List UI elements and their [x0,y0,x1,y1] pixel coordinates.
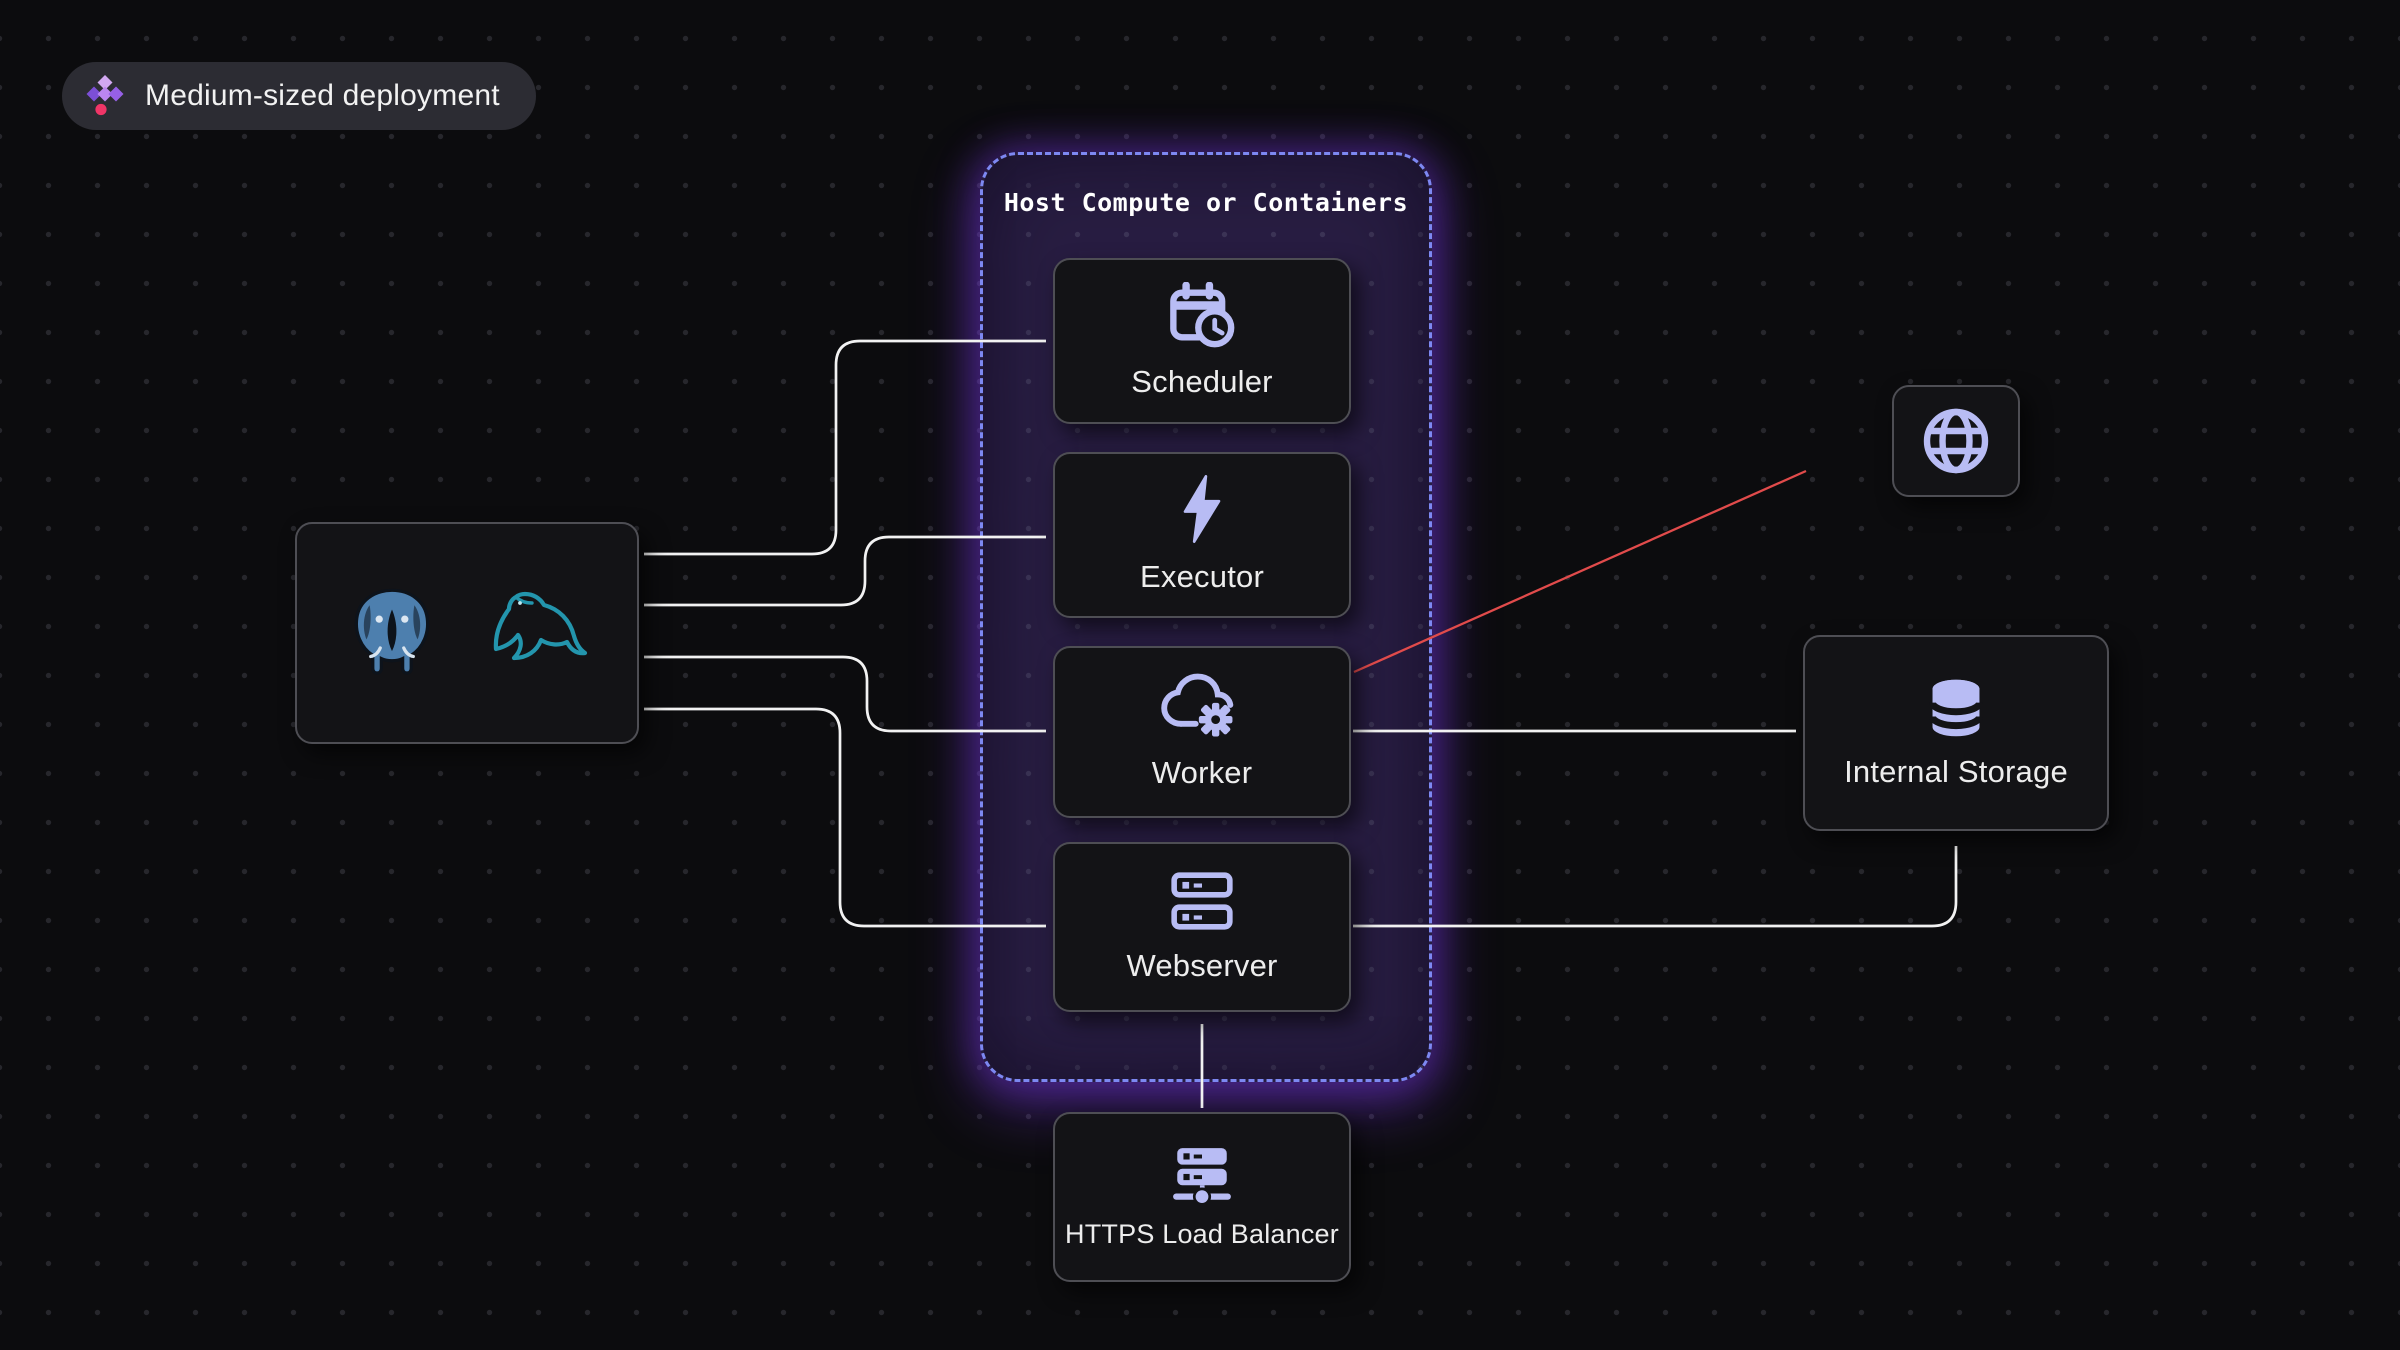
database-cylinder-icon [1924,676,1988,740]
diamond-cluster-icon [82,73,128,119]
node-label: Worker [1152,755,1253,791]
postgresql-logo [344,583,440,683]
deployment-diagram: Medium-sized deployment Host Compute or … [0,0,2400,1350]
node-label: Webserver [1126,948,1277,984]
node-scheduler: Scheduler [1053,258,1351,424]
cloud-gear-icon [1160,673,1244,739]
node-webserver: Webserver [1053,842,1351,1012]
node-metadata-database [295,522,639,744]
node-executor: Executor [1053,452,1351,618]
node-label: HTTPS Load Balancer [1065,1219,1339,1250]
node-external-web [1892,385,2020,497]
node-internal-storage: Internal Storage [1803,635,2109,831]
globe-icon [1920,405,1992,477]
host-container-title: Host Compute or Containers [980,188,1432,217]
load-balancer-icon [1169,1145,1235,1207]
node-worker: Worker [1053,646,1351,818]
node-label: Internal Storage [1844,754,2068,790]
badge-label: Medium-sized deployment [145,79,500,113]
server-stack-icon [1169,870,1235,932]
node-label: Scheduler [1131,364,1272,400]
calendar-clock-icon [1167,282,1237,348]
mysql-logo [486,587,590,679]
node-load-balancer: HTTPS Load Balancer [1053,1112,1351,1282]
lightning-bolt-icon [1179,475,1225,543]
edge-webserver-storage [1353,846,1956,926]
deployment-badge: Medium-sized deployment [62,62,536,130]
node-label: Executor [1140,559,1264,595]
